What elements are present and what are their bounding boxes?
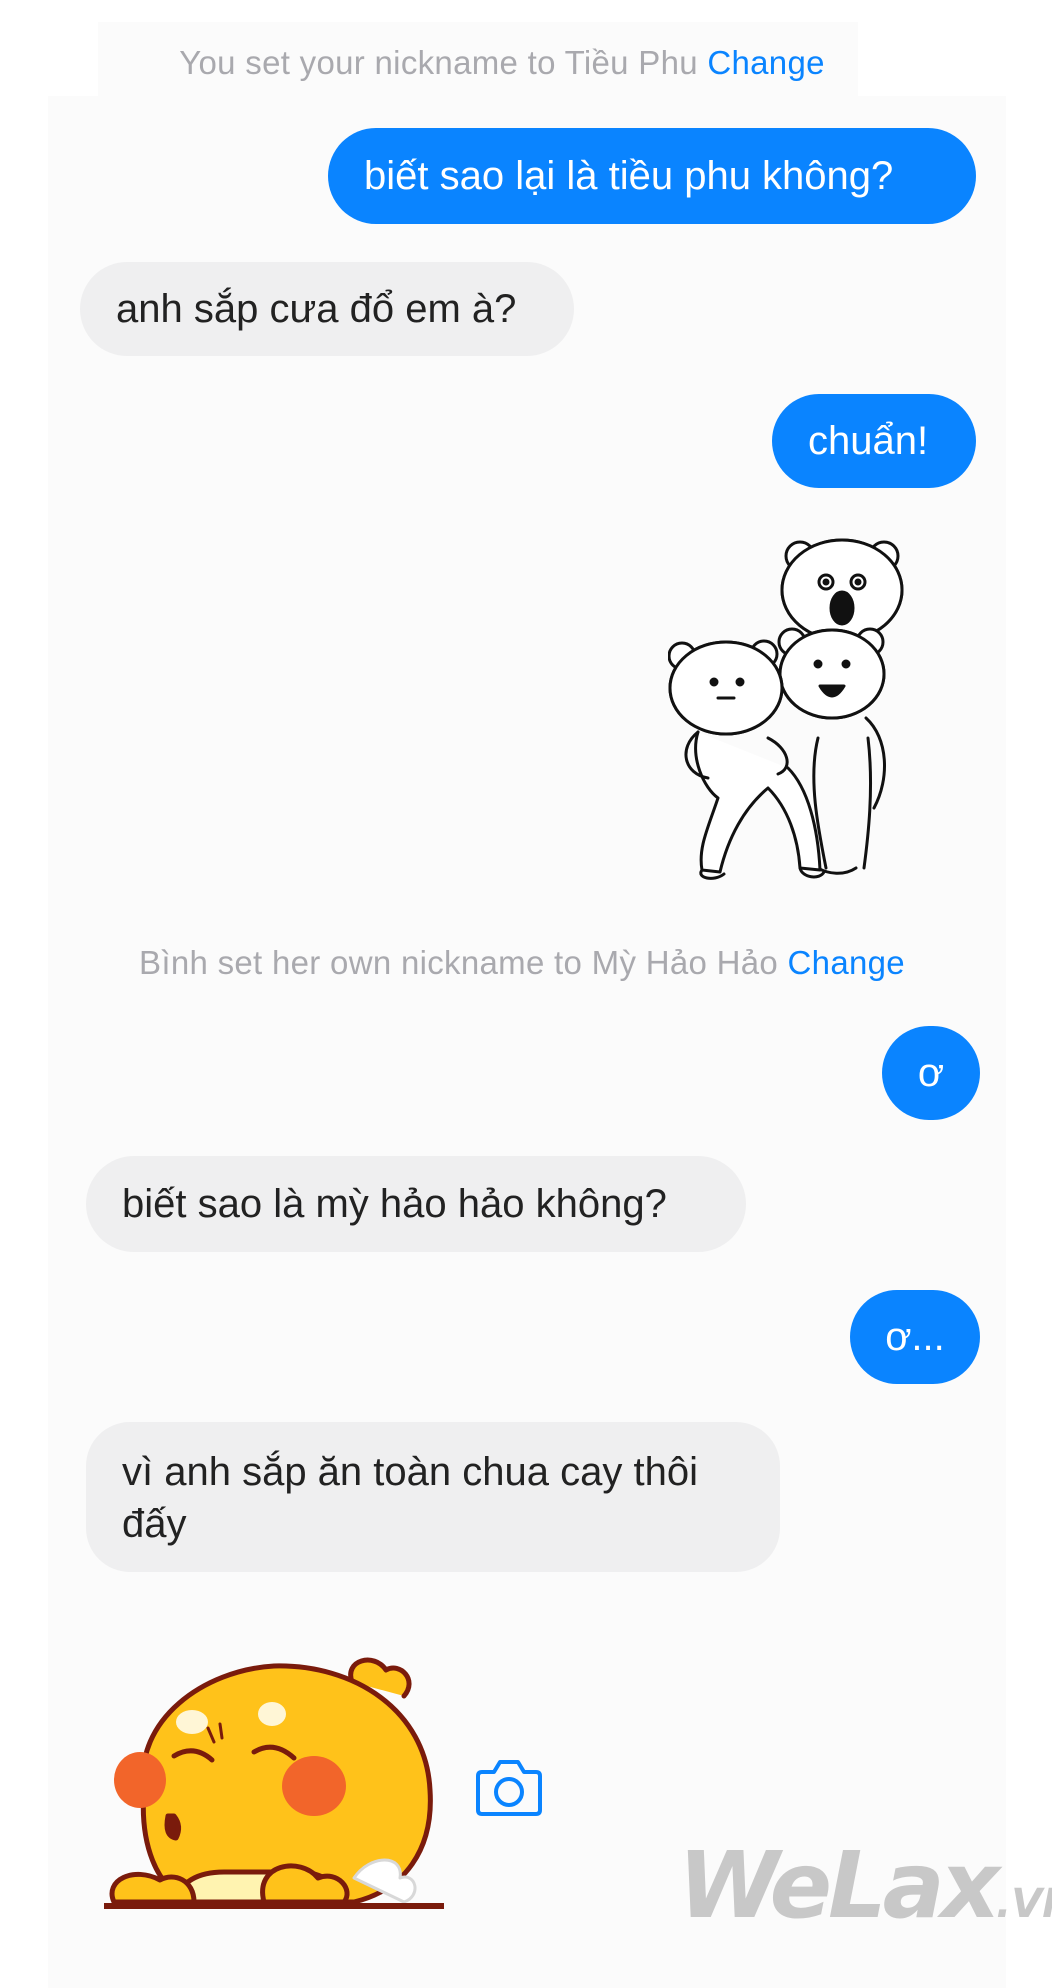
message-text: vì anh sắp ăn toàn chua cay thôi đấy [122,1450,698,1546]
incoming-message[interactable]: biết sao là mỳ hảo hảo không? [86,1156,746,1252]
welax-watermark: WeLax.VN [678,1832,1052,1939]
incoming-message[interactable]: anh sắp cưa đổ em à? [80,262,574,356]
nickname-notice: You set your nickname to Tiều Phu Change [0,44,1028,82]
message-text: ơ [917,1051,945,1095]
message-text: ơ... [885,1315,945,1359]
yellow-chick-sticker[interactable] [101,1640,453,1940]
nickname-notice: Bình set her own nickname to Mỳ Hảo Hảo … [0,944,1048,982]
message-text: biết sao là mỳ hảo hảo không? [122,1182,667,1226]
outgoing-message[interactable]: ơ [882,1026,980,1120]
message-text: chuẩn! [808,419,929,463]
message-text: anh sắp cưa đổ em à? [116,287,517,331]
notice-text: You set your nickname to Tiều Phu [179,44,708,81]
incoming-message[interactable]: vì anh sắp ăn toàn chua cay thôi đấy [86,1422,780,1572]
dancing-bears-sticker[interactable] [667,538,908,888]
message-text: biết sao lại là tiều phu không? [364,154,894,198]
outgoing-message[interactable]: ơ... [850,1290,980,1384]
chat-thread: You set your nickname to Tiều Phu Change… [0,0,1052,1988]
camera-icon[interactable] [474,1756,544,1818]
outgoing-message[interactable]: biết sao lại là tiều phu không? [328,128,976,224]
outgoing-message[interactable]: chuẩn! [772,394,976,488]
change-nickname-link[interactable]: Change [788,944,905,981]
change-nickname-link[interactable]: Change [707,44,824,81]
notice-text: Bình set her own nickname to Mỳ Hảo Hảo [139,944,788,981]
